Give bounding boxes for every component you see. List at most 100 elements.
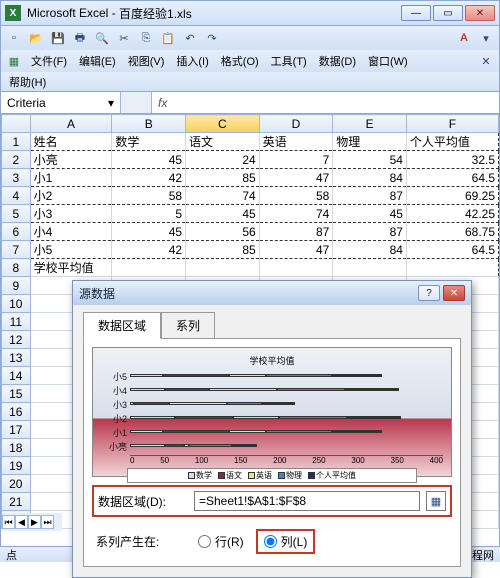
table-row[interactable]: 6小44556878768.75 [2, 223, 499, 241]
dialog-titlebar[interactable]: 源数据 ? ✕ [73, 281, 471, 305]
cell[interactable]: 87 [333, 223, 407, 241]
cell[interactable]: 小4 [30, 223, 112, 241]
cell[interactable]: 语文 [186, 133, 260, 151]
menu-view[interactable]: 视图(V) [124, 51, 169, 71]
table-row[interactable]: 4小25874588769.25 [2, 187, 499, 205]
print-icon[interactable]: 🖶 [71, 29, 89, 47]
cell[interactable]: 小2 [30, 187, 112, 205]
name-box[interactable]: Criteria▾ [1, 92, 121, 113]
row-header[interactable]: 19 [2, 457, 31, 475]
col-header-B[interactable]: B [112, 115, 186, 133]
first-sheet-button[interactable]: ⏮ [2, 515, 15, 529]
cell[interactable]: 68.75 [406, 223, 498, 241]
radio-col[interactable] [264, 535, 277, 548]
cell[interactable]: 7 [259, 151, 333, 169]
menu-insert[interactable]: 插入(I) [172, 51, 212, 71]
cell[interactable]: 小5 [30, 241, 112, 259]
font-color-icon[interactable]: A [455, 29, 473, 47]
dialog-help-button[interactable]: ? [418, 285, 440, 301]
data-range-input[interactable] [194, 491, 420, 511]
cell[interactable]: 小3 [30, 205, 112, 223]
menu-data[interactable]: 数据(D) [315, 51, 360, 71]
redo-icon[interactable]: ↷ [203, 29, 221, 47]
row-header[interactable]: 2 [2, 151, 31, 169]
cell[interactable]: 74 [259, 205, 333, 223]
excel-menu-icon[interactable]: ▦ [5, 52, 23, 70]
minimize-button[interactable]: — [401, 5, 431, 21]
open-icon[interactable]: 📂 [27, 29, 45, 47]
row-header[interactable]: 18 [2, 439, 31, 457]
cell[interactable]: 英语 [259, 133, 333, 151]
copy-icon[interactable]: ⎘ [137, 29, 155, 47]
col-header-C[interactable]: C [186, 115, 260, 133]
row-header[interactable]: 1 [2, 133, 31, 151]
row-header[interactable]: 8 [2, 259, 31, 277]
new-icon[interactable]: ▫ [5, 29, 23, 47]
menu-file[interactable]: 文件(F) [27, 51, 71, 71]
row-header[interactable]: 7 [2, 241, 31, 259]
cell[interactable]: 87 [259, 223, 333, 241]
table-row[interactable]: 2小亮452475432.5 [2, 151, 499, 169]
cut-icon[interactable]: ✂ [115, 29, 133, 47]
cell[interactable]: 5 [112, 205, 186, 223]
cell[interactable]: 个人平均值 [406, 133, 498, 151]
menu-window[interactable]: 窗口(W) [364, 51, 412, 71]
tab-series[interactable]: 系列 [161, 312, 215, 339]
menu-tools[interactable]: 工具(T) [267, 51, 311, 71]
next-sheet-button[interactable]: ▶ [28, 515, 41, 529]
close-button[interactable]: ✕ [465, 5, 495, 21]
cell[interactable]: 42 [112, 241, 186, 259]
cell[interactable]: 54 [333, 151, 407, 169]
cell[interactable]: 87 [333, 187, 407, 205]
cell[interactable]: 45 [333, 205, 407, 223]
cell[interactable]: 69.25 [406, 187, 498, 205]
cell[interactable] [333, 259, 407, 277]
row-header[interactable]: 6 [2, 223, 31, 241]
row-header[interactable]: 12 [2, 331, 31, 349]
row-header[interactable]: 4 [2, 187, 31, 205]
cell[interactable]: 85 [186, 169, 260, 187]
paste-icon[interactable]: 📋 [159, 29, 177, 47]
cell[interactable]: 84 [333, 241, 407, 259]
row-header[interactable]: 17 [2, 421, 31, 439]
cell[interactable]: 58 [112, 187, 186, 205]
cell[interactable]: 42.25 [406, 205, 498, 223]
cell[interactable]: 74 [186, 187, 260, 205]
cell[interactable]: 24 [186, 151, 260, 169]
menu-edit[interactable]: 编辑(E) [75, 51, 120, 71]
dialog-close-button[interactable]: ✕ [443, 285, 465, 301]
cell[interactable]: 姓名 [30, 133, 112, 151]
cell[interactable]: 64.5 [406, 241, 498, 259]
cell[interactable]: 64.5 [406, 169, 498, 187]
cell[interactable]: 小亮 [30, 151, 112, 169]
table-row[interactable]: 3小14285478464.5 [2, 169, 499, 187]
cell[interactable] [259, 259, 333, 277]
row-header[interactable]: 5 [2, 205, 31, 223]
prev-sheet-button[interactable]: ◀ [15, 515, 28, 529]
cell[interactable] [406, 259, 498, 277]
cell[interactable]: 数学 [112, 133, 186, 151]
cell[interactable]: 45 [112, 151, 186, 169]
chevron-down-icon[interactable]: ▾ [108, 96, 114, 110]
row-header[interactable]: 11 [2, 313, 31, 331]
menu-help[interactable]: 帮助(H) [9, 74, 46, 90]
row-header[interactable]: 21 [2, 493, 31, 511]
row-header[interactable]: 3 [2, 169, 31, 187]
row-header[interactable]: 20 [2, 475, 31, 493]
cell[interactable]: 32.5 [406, 151, 498, 169]
cell[interactable]: 45 [186, 205, 260, 223]
table-row[interactable]: 8学校平均值 [2, 259, 499, 277]
row-header[interactable]: 9 [2, 277, 31, 295]
select-all-corner[interactable] [2, 115, 31, 133]
maximize-button[interactable]: ▭ [433, 5, 463, 21]
row-header[interactable]: 16 [2, 403, 31, 421]
dropdown-icon[interactable]: ▾ [477, 29, 495, 47]
col-header-A[interactable]: A [30, 115, 112, 133]
mdi-close-icon[interactable]: ✕ [477, 52, 495, 70]
formula-input[interactable]: fx [151, 92, 499, 113]
table-row[interactable]: 1姓名数学语文英语物理个人平均值 [2, 133, 499, 151]
cell[interactable] [112, 259, 186, 277]
table-row[interactable]: 5小3545744542.25 [2, 205, 499, 223]
cell[interactable]: 小1 [30, 169, 112, 187]
preview-icon[interactable]: 🔍 [93, 29, 111, 47]
